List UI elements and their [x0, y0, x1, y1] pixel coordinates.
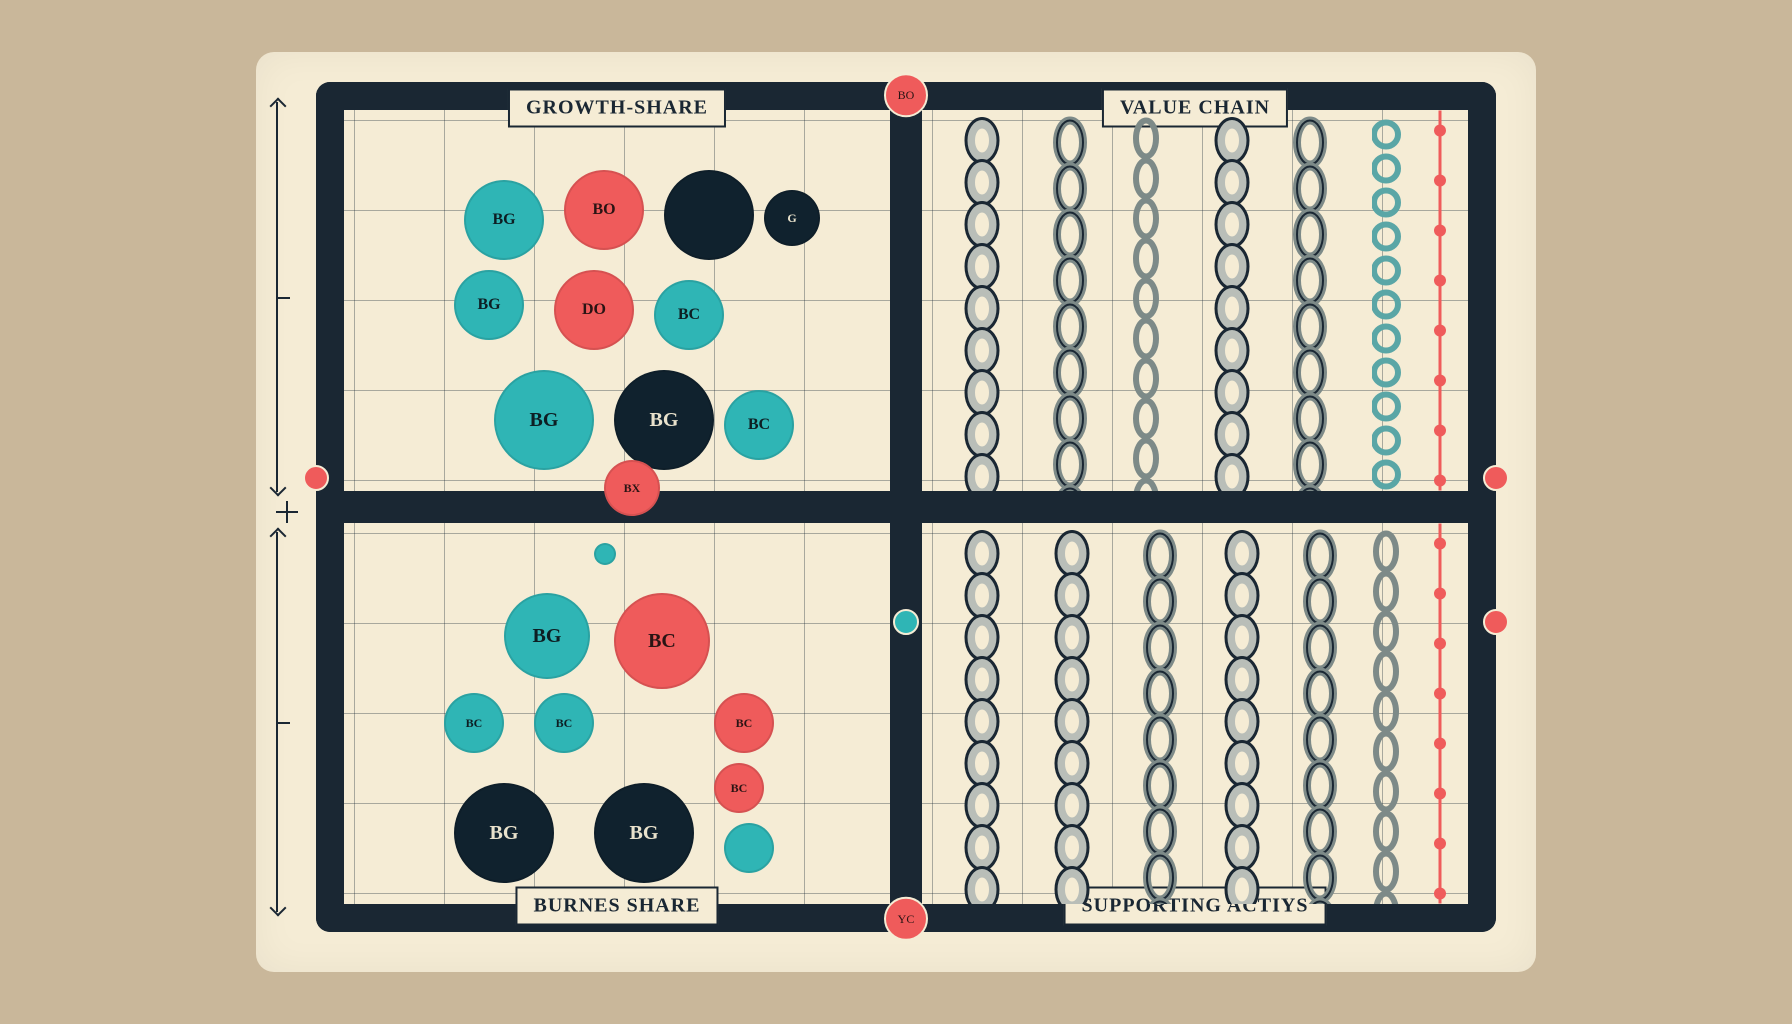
panel-burnes-share: BURNES SHARE BGBCBCBCBCBGBGBC — [344, 523, 890, 904]
label-growth-share: GROWTH-SHARE — [508, 89, 726, 128]
left-axis-cross — [276, 501, 298, 523]
bubble: BG — [454, 270, 524, 340]
bubble: BG — [464, 180, 544, 260]
bubble: BC — [534, 693, 594, 753]
panel-supporting-activities: SUPPORTING ACTIYS — [922, 523, 1468, 904]
edge-dot-right-upper — [1483, 465, 1509, 491]
bubble: BC — [654, 280, 724, 350]
bubble: G — [764, 190, 820, 246]
left-axis-bottom — [276, 532, 294, 912]
bubble: BC — [444, 693, 504, 753]
edge-dot-left-upper — [303, 465, 329, 491]
edge-dot-mid-lower — [893, 609, 919, 635]
bubble: BC — [724, 390, 794, 460]
bubble — [664, 170, 754, 260]
label-burnes-share: BURNES SHARE — [515, 887, 718, 926]
bubble: BG — [454, 783, 554, 883]
bubble: BO — [564, 170, 644, 250]
bubble: BG — [494, 370, 594, 470]
panel-growth-share: GROWTH-SHARE BGBOGBGDOBCBGBGBCBX — [344, 110, 890, 491]
panel-value-chain: VALUE CHAIN — [922, 110, 1468, 491]
bubble: BG — [614, 370, 714, 470]
diagram-canvas: BO YC GROWTH-SHARE BGBOGBGDOBCBGBGBCBX V… — [256, 52, 1536, 972]
bubble: BX — [604, 460, 660, 516]
left-axis-top — [276, 102, 294, 492]
bubble: BG — [504, 593, 590, 679]
bubble — [594, 543, 616, 565]
bubble: BC — [714, 763, 764, 813]
bubble — [724, 823, 774, 873]
bubble: BG — [594, 783, 694, 883]
bubble: DO — [554, 270, 634, 350]
edge-dot-right-lower — [1483, 609, 1509, 635]
bubble: BC — [714, 693, 774, 753]
bubble: BC — [614, 593, 710, 689]
quadrant-frame: BO YC GROWTH-SHARE BGBOGBGDOBCBGBGBCBX V… — [316, 82, 1496, 932]
